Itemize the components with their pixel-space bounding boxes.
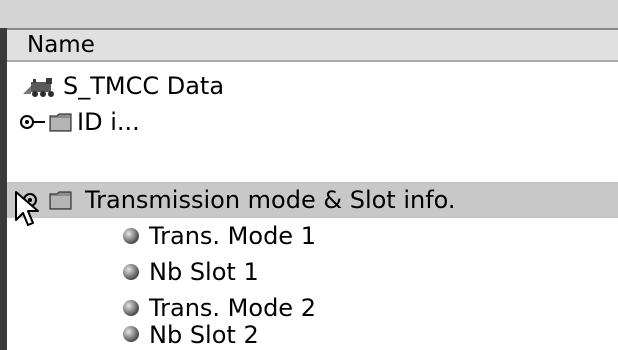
tree-label-trans-mode-1: Trans. Mode 1 [149,222,316,250]
tree-label-nb-slot-2: Nb Slot 2 [149,321,259,349]
sphere-icon [123,326,139,342]
column-header-label: Name [27,32,95,58]
tree-label-nb-slot-1: Nb Slot 1 [149,258,259,286]
tree-row-nb-slot-2[interactable]: Nb Slot 2 [7,318,618,350]
folder-icon [49,113,72,132]
tree-label-transmission-mode: Transmission mode & Slot info. [85,186,456,214]
tree-row-trans-mode-1[interactable]: Trans. Mode 1 [7,218,618,254]
key-toggle-icon[interactable] [19,113,47,131]
sphere-icon [123,228,139,244]
tree-row-id-info[interactable]: ID i... [7,104,618,140]
tree-row-root[interactable]: S_TMCC Data [7,68,618,104]
column-header-name[interactable]: Name [7,28,618,62]
tree-label-id-info: ID i... [77,108,140,136]
tree-panel: Name S_TMCC Data ID i... Transmission mo… [0,28,618,350]
tree-row-nb-slot-1[interactable]: Nb Slot 1 [7,254,618,290]
folder-icon [49,191,72,210]
locomotive-icon [23,78,54,97]
tree-label-root: S_TMCC Data [63,72,225,100]
window-frame: Name S_TMCC Data ID i... Transmission mo… [0,0,618,350]
arrow-cursor-icon [15,191,39,226]
sphere-icon [123,300,139,316]
tree-row-transmission-mode[interactable]: Transmission mode & Slot info. [7,182,618,218]
sphere-icon [123,264,139,280]
